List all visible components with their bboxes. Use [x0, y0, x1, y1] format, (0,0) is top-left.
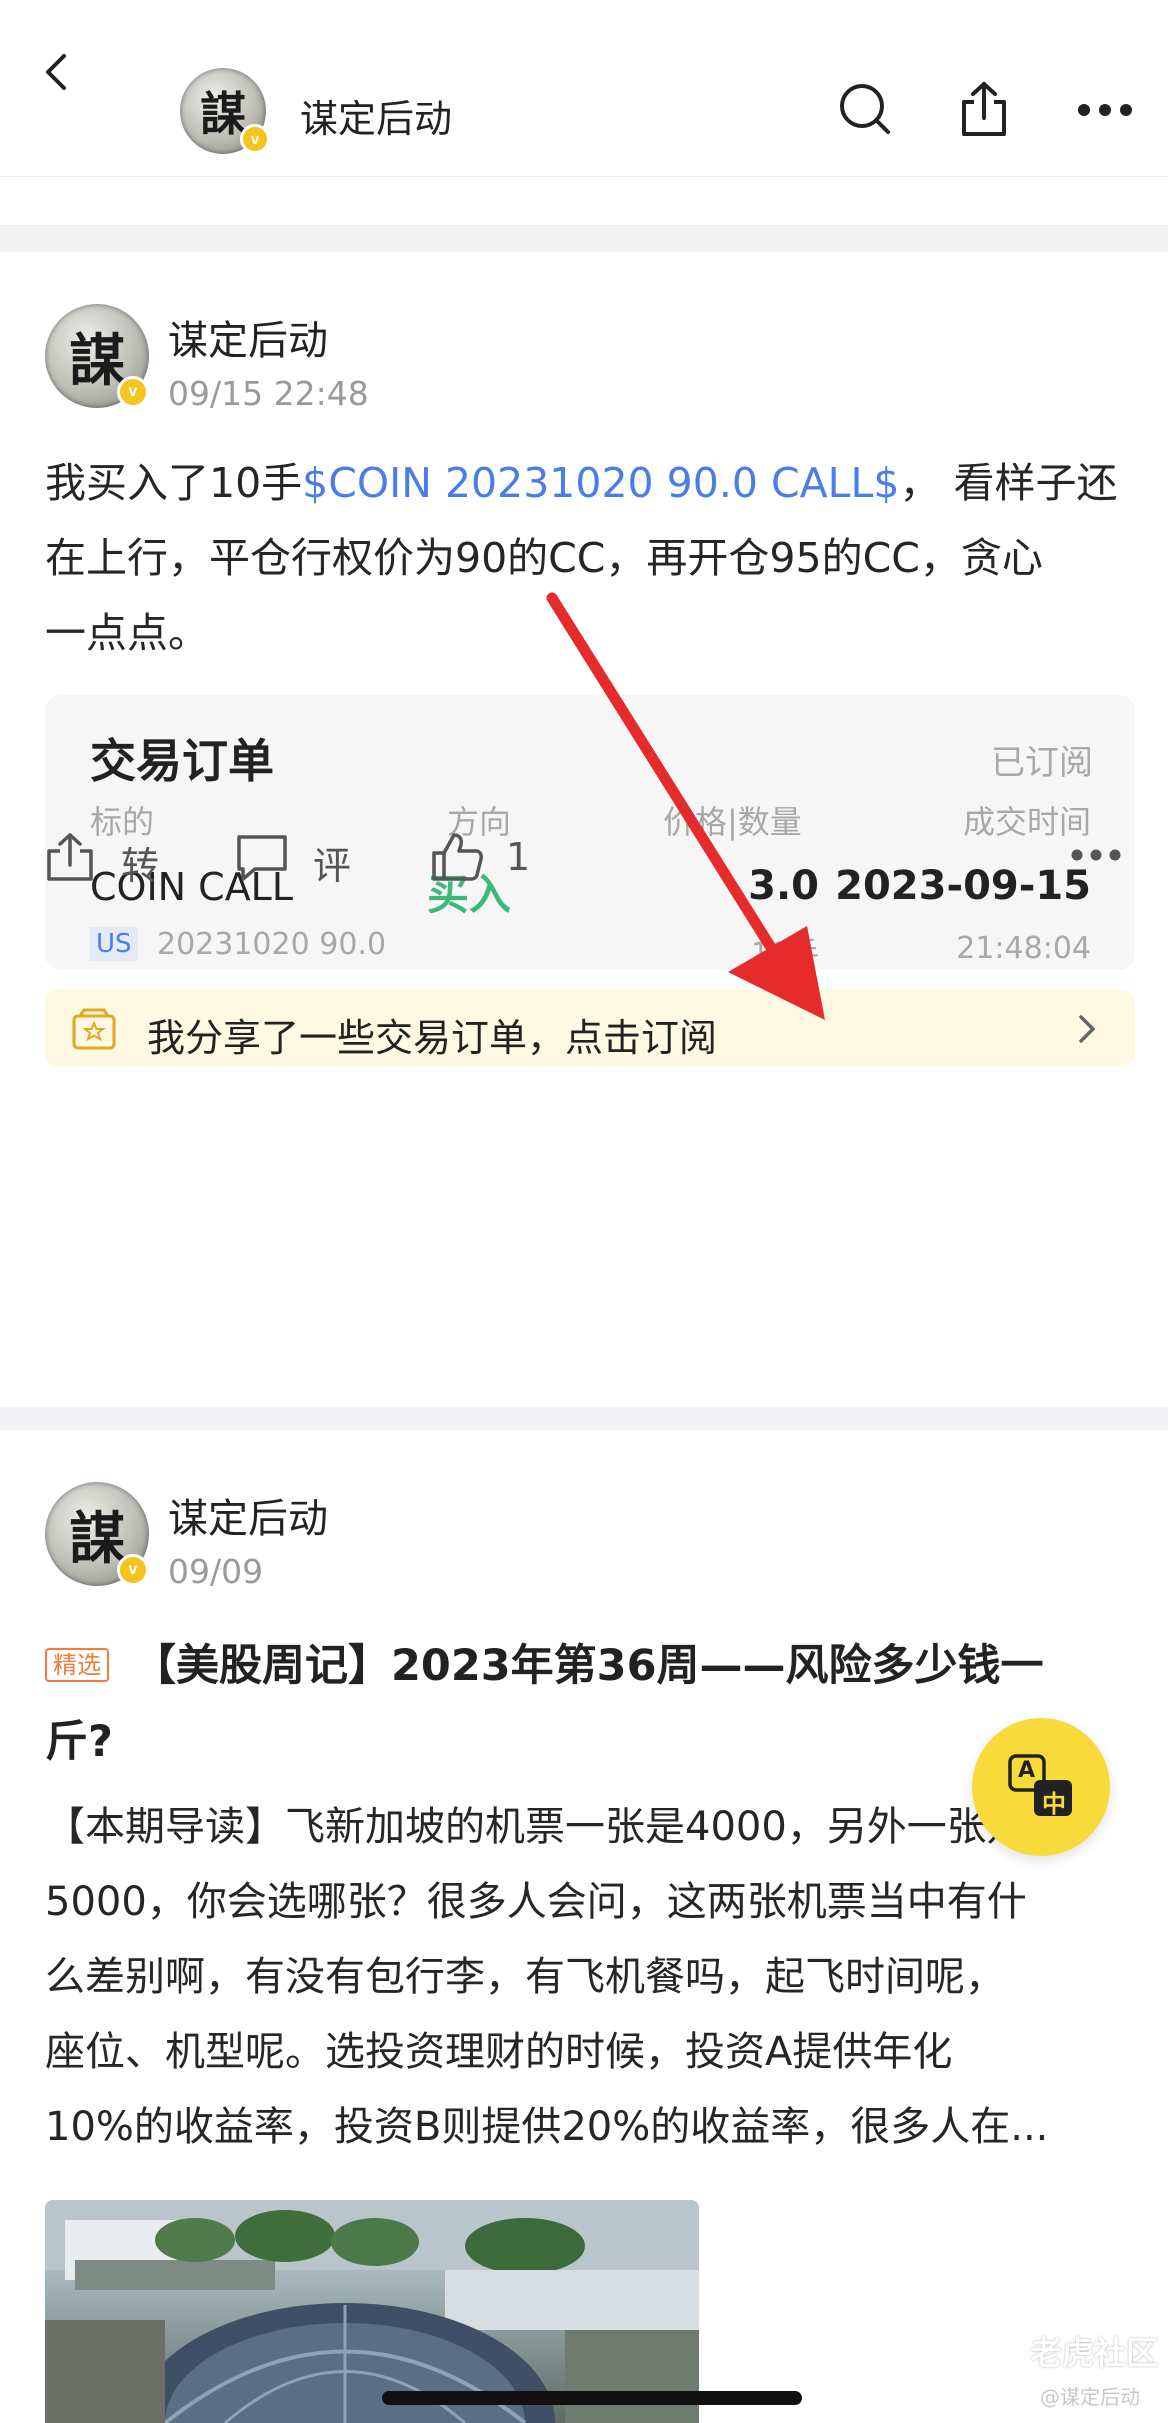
- avatar-char: 謀: [69, 327, 125, 394]
- header-title: 谋定后动: [300, 97, 453, 141]
- translate-top-char: A: [1018, 1758, 1036, 1783]
- author-name[interactable]: 谋定后动: [168, 308, 328, 366]
- post-text-line: 在上行，平仓行权价为90的CC，再开仓95的CC，贪心: [45, 534, 1043, 582]
- avatar-char: 謀: [69, 1505, 125, 1572]
- excerpt-line: 【本期导读】飞新加坡的机票一张是4000，另外一张是: [45, 1804, 1027, 1850]
- watermark-brand: 老虎社区: [1030, 2334, 1159, 2372]
- post-card[interactable]: 謀 v 谋定后动 09/15 22:48 我买入了10手$COIN 202310…: [0, 252, 1168, 1407]
- post-text-line: 我买入了10手$COIN 20231020 90.0 CALL$， 看样子还: [45, 459, 1118, 507]
- article-excerpt: 【本期导读】飞新加坡的机票一张是4000，另外一张是 5000，你会选哪张？很多…: [45, 1790, 1135, 2165]
- subscribe-icon: [71, 1007, 117, 1051]
- order-status: 已订阅: [991, 743, 1093, 783]
- avatar-char: 謀: [200, 87, 246, 141]
- verified-icon: v: [117, 376, 149, 408]
- repost-button[interactable]: 转: [45, 827, 165, 888]
- watermark-handle: @谋定后动: [1040, 2385, 1140, 2409]
- excerpt-line: 座位、机型呢。选投资理财的时候，投资A提供年化: [45, 2029, 953, 2075]
- header-gap: [0, 177, 1168, 226]
- article-image[interactable]: [45, 2200, 699, 2423]
- share-icon[interactable]: [956, 80, 1012, 138]
- order-date: 2023-09-15: [835, 863, 1091, 909]
- article-title[interactable]: 【美股周记】2023年第36周——风险多少钱一 斤?: [45, 1628, 1135, 1780]
- thumbs-up-icon: [430, 831, 484, 883]
- comment-label: 评: [313, 844, 352, 888]
- post-time: 09/15 22:48: [168, 374, 369, 413]
- like-count: 1: [506, 835, 531, 879]
- excerpt-line: 10%的收益率，投资B则提供20%的收益率，很多人在...: [45, 2104, 1049, 2150]
- col-header-time: 成交时间: [962, 803, 1091, 841]
- more-icon[interactable]: [1076, 102, 1134, 118]
- watermark-logo-icon: [986, 2334, 1020, 2368]
- repost-label: 转: [121, 844, 160, 888]
- like-button[interactable]: 1: [430, 827, 550, 887]
- top-bar: 謀 v 谋定后动: [0, 0, 1168, 177]
- order-clock: 21:48:04: [956, 931, 1091, 966]
- translate-icon: A 中: [1006, 1750, 1078, 1822]
- back-icon[interactable]: [38, 52, 78, 92]
- translate-bottom-char: 中: [1042, 1790, 1066, 1818]
- market-badge: US: [90, 927, 138, 961]
- verified-icon: v: [117, 1554, 149, 1586]
- comment-button[interactable]: 评: [235, 827, 365, 888]
- ticker-link[interactable]: $COIN 20231020 90.0 CALL$: [302, 459, 899, 507]
- post-more-icon[interactable]: [1070, 848, 1122, 862]
- post-card[interactable]: 謀 v 谋定后动 09/09 精选 【美股周记】2023年第36周——风险多少钱…: [0, 1430, 1168, 2423]
- comment-icon: [235, 833, 289, 883]
- translate-button[interactable]: A 中: [972, 1718, 1110, 1856]
- article-title-line: 斤?: [45, 1717, 113, 1767]
- order-contract: 20231020 90.0: [157, 927, 387, 962]
- repost-icon: [45, 831, 95, 883]
- excerpt-line: 么差别啊，有没有包行李，有飞机餐吗，起飞时间呢，: [45, 1954, 1005, 2000]
- post-time: 09/09: [168, 1552, 264, 1591]
- article-title-line: 【美股周记】2023年第36周——风险多少钱一: [133, 1641, 1044, 1691]
- excerpt-line: 5000，你会选哪张？很多人会问，这两张机票当中有什: [45, 1879, 1027, 1925]
- search-icon[interactable]: [838, 82, 894, 138]
- chevron-right-icon: [1077, 1013, 1097, 1045]
- verified-icon: v: [240, 124, 270, 154]
- order-title: 交易订单: [90, 734, 274, 788]
- home-indicator[interactable]: [382, 2391, 802, 2405]
- red-arrow-annotation: [540, 588, 850, 1028]
- author-name[interactable]: 谋定后动: [168, 1486, 328, 1544]
